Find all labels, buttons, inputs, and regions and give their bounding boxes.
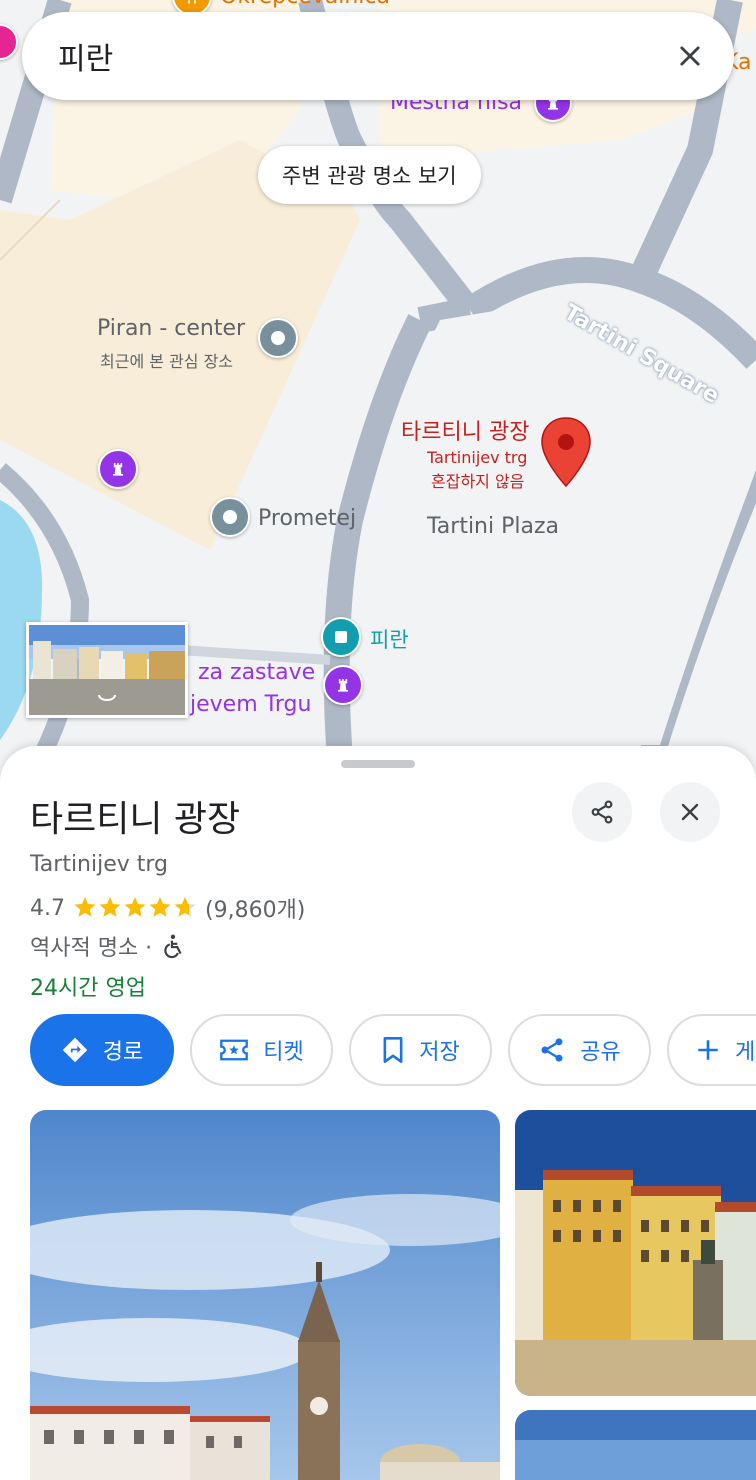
tartini-plaza-label: Tartini Plaza <box>427 514 559 539</box>
piran-center-sublabel: 최근에 본 관심 장소 <box>100 352 234 371</box>
wheelchair-accessible-icon <box>160 933 186 959</box>
piran-stop-label[interactable]: 피란 <box>370 624 409 654</box>
nearby-attractions-chip[interactable]: 주변 관광 명소 보기 <box>258 146 481 204</box>
rating-value: 4.7 <box>30 895 65 921</box>
category-row: 역사적 명소 · <box>30 930 186 962</box>
ticket-icon <box>219 1037 249 1063</box>
directions-label: 경로 <box>102 1040 144 1065</box>
piran-center-label[interactable]: Piran - center <box>97 316 245 341</box>
action-chip-row[interactable]: 경로 티켓 저장 공유 게 <box>30 1014 756 1086</box>
close-sheet-icon[interactable] <box>660 782 720 842</box>
tartini-pin-crowd: 혼잡하지 않음 <box>431 472 525 491</box>
tickets-button[interactable]: 티켓 <box>190 1014 333 1086</box>
place-details-sheet[interactable]: 타르티니 광장 Tartinijev trg 4.7 (9,860개) 역사적 … <box>0 746 756 1480</box>
rating-row[interactable]: 4.7 (9,860개) <box>30 892 305 924</box>
place-photo-main[interactable] <box>30 1110 500 1480</box>
place-photo-3[interactable] <box>515 1410 756 1480</box>
save-label: 저장 <box>419 1040 460 1065</box>
share-icon <box>538 1036 566 1064</box>
recent-place-pin-icon[interactable] <box>258 318 298 358</box>
zastave-landmark-icon[interactable] <box>323 665 363 705</box>
map-view[interactable]: Okrepčevalnica Ka Mestna hiša 피란 주변 관광 명… <box>0 0 756 790</box>
share-icon[interactable] <box>572 782 632 842</box>
opening-hours: 24시간 영업 <box>30 976 146 1001</box>
transit-stop-icon[interactable] <box>321 617 361 657</box>
selected-place-pin-icon[interactable] <box>540 416 592 488</box>
prometej-pin-icon[interactable] <box>210 497 250 537</box>
post-button[interactable]: 게 <box>667 1014 756 1086</box>
close-icon[interactable] <box>660 26 720 86</box>
street-view-thumbnail[interactable] <box>26 622 188 718</box>
place-photo-2[interactable] <box>515 1110 756 1396</box>
post-label: 게 <box>735 1040 756 1065</box>
search-bar[interactable]: 피란 <box>22 12 734 100</box>
okrepcevalnica-label[interactable]: Okrepčevalnica <box>220 0 390 9</box>
directions-icon <box>61 1036 89 1064</box>
tickets-label: 티켓 <box>263 1040 304 1065</box>
tartini-pin-title[interactable]: 타르티니 광장 <box>401 414 529 446</box>
zastave-label-1[interactable]: za zastave <box>198 660 315 685</box>
add-icon <box>695 1037 721 1063</box>
place-category: 역사적 명소 · <box>30 936 153 961</box>
place-title: 타르티니 광장 <box>30 799 241 840</box>
review-count[interactable]: (9,860개) <box>205 892 305 924</box>
directions-button[interactable]: 경로 <box>30 1014 174 1086</box>
share-button[interactable]: 공유 <box>508 1014 651 1086</box>
save-button[interactable]: 저장 <box>349 1014 492 1086</box>
drag-handle[interactable] <box>341 760 415 768</box>
landmark-pin-icon[interactable] <box>98 449 138 489</box>
prometej-label[interactable]: Prometej <box>258 506 356 531</box>
search-query[interactable]: 피란 <box>58 34 660 78</box>
place-subtitle: Tartinijev trg <box>30 852 169 877</box>
star-rating-icons <box>73 895 199 921</box>
share-label: 공유 <box>580 1040 621 1065</box>
bookmark-icon <box>381 1036 405 1064</box>
tartini-pin-subtitle: Tartinijev trg <box>427 448 528 467</box>
zastave-label-2[interactable]: jevem Trgu <box>190 692 311 717</box>
